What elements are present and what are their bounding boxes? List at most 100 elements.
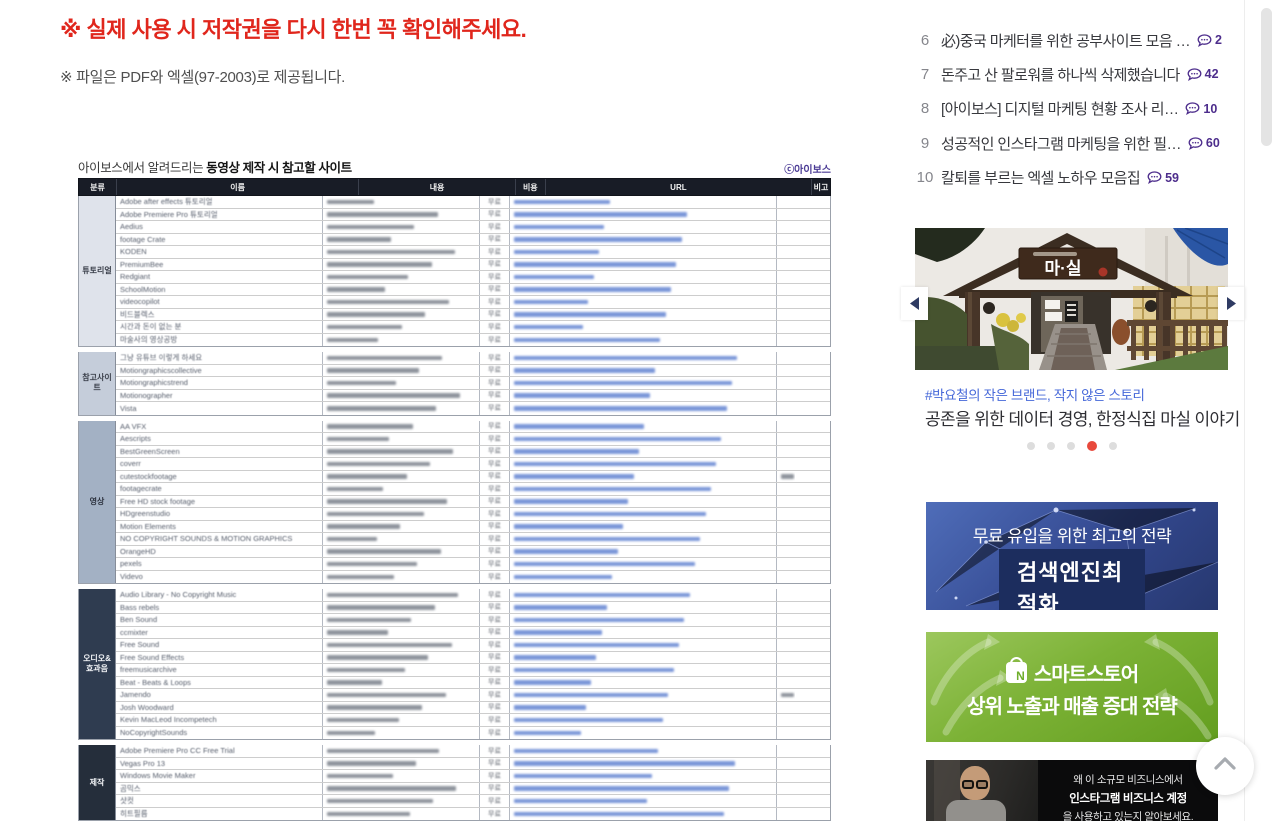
banner-instagram-line3: 을 사용하고 있는지 알아보세요.	[1062, 811, 1194, 821]
comment-icon	[1185, 102, 1200, 116]
table-row: Beat - Beats & Loops 무료	[116, 676, 830, 689]
table-row: Free Sound Effects 무료	[116, 651, 830, 664]
chevron-up-icon	[1214, 757, 1236, 770]
ad-banner-instagram[interactable]: 왜 이 소규모 비즈니스에서 인스타그램 비즈니스 계정 을 사용하고 있는지 …	[926, 760, 1218, 821]
table-row: BestGreenScreen 무료	[116, 445, 830, 458]
table-row: Free HD stock footage 무료	[116, 495, 830, 508]
rank-number: 10	[916, 169, 934, 187]
post-title: 성공적인 인스타그램 마케팅을 위한 필…	[941, 135, 1181, 153]
table-row: Bass rebels 무료	[116, 601, 830, 614]
table-row: 샷컷 무료	[116, 795, 830, 808]
table-row: 곰믹스 무료	[116, 782, 830, 795]
table-row: Videvo 무료	[116, 570, 830, 583]
carousel-dot[interactable]	[1066, 442, 1075, 450]
naver-shopping-bag-icon: N	[1005, 657, 1027, 683]
table-category-cell: 튜토리얼	[79, 196, 116, 346]
table-row: Motion Elements 무료	[116, 520, 830, 533]
table-row: KODEN 무료	[116, 246, 830, 259]
carousel-prev-button[interactable]	[901, 287, 928, 320]
carousel-dot[interactable]	[1108, 442, 1117, 450]
table-row: Ben Sound 무료	[116, 614, 830, 627]
ad-banner-smartstore[interactable]: N 스마트스토어 상위 노출과 매출 증대 전략	[926, 632, 1218, 742]
carousel-series-tag[interactable]: #박요철의 작은 브랜드, 작지 않은 스토리	[925, 384, 1145, 404]
table-row: Adobe Premiere Pro CC Free Trial 무료	[116, 745, 830, 758]
table-section: 영상 AA VFX 무료 Aescripts 무료 BestGreenScreen 무료 co…	[78, 420, 831, 584]
table-row: Adobe after effects 튜토리얼 무료	[116, 196, 830, 209]
table-row: Free Sound 무료	[116, 639, 830, 652]
table-row: pexels 무료	[116, 558, 830, 571]
post-title: 必)중국 마케터를 위한 공부사이트 모음 …	[941, 32, 1191, 50]
table-row: Motionographer 무료	[116, 389, 830, 402]
table-row: Aescripts 무료	[116, 433, 830, 446]
popular-post-item[interactable]: 6 必)중국 마케터를 위한 공부사이트 모음 … 2	[914, 28, 1222, 52]
browser-scrollbar-thumb[interactable]	[1261, 8, 1272, 146]
table-row: footage Crate 무료	[116, 233, 830, 246]
table-row: 히트필름 무료	[116, 807, 830, 820]
comment-icon	[1188, 137, 1203, 150]
table-row: cutestockfootage 무료	[116, 470, 830, 483]
popular-post-item[interactable]: 10 칼퇴를 부르는 엑셀 노하우 모음집 59	[914, 166, 1179, 190]
table-row: ccmixter 무료	[116, 626, 830, 639]
carousel-next-button[interactable]	[1218, 287, 1245, 320]
table-row: PremiumBee 무료	[116, 258, 830, 271]
table-category-cell: 참고사이트	[79, 352, 116, 415]
arrow-decoration	[930, 634, 1214, 740]
banner-seo-subtitle: 무료 유입을 위한 최고의 전략	[972, 527, 1172, 546]
comment-count: 42	[1204, 67, 1219, 82]
table-row: coverr 무료	[116, 458, 830, 471]
table-row: Audio Library - No Copyright Music 무료	[116, 589, 830, 602]
banner-instagram-line1: 왜 이 소규모 비즈니스에서	[1073, 774, 1183, 786]
table-image-title: 아이보스에서 알려드리는 동영상 제작 시 참고할 사이트	[78, 161, 352, 175]
rank-number: 7	[920, 65, 930, 83]
comment-icon	[1197, 33, 1212, 47]
post-title: [아이보스] 디지털 마케팅 현황 조사 리…	[941, 101, 1179, 119]
table-header-cell: 내용	[358, 179, 515, 195]
table-row: footagecrate 무료	[116, 483, 830, 496]
table-row: Motiongraphicstrend 무료	[116, 377, 830, 390]
table-row: OrangeHD 무료	[116, 545, 830, 558]
carousel-pagination-dots	[915, 441, 1228, 451]
rank-number: 9	[920, 134, 930, 152]
carousel-dot[interactable]	[1046, 442, 1055, 450]
table-row: Vegas Pro 13 무료	[116, 757, 830, 770]
banner-smartstore-title: 스마트스토어	[1033, 664, 1139, 686]
file-format-note: ※ 파일은 PDF와 엑셀(97-2003)로 제공됩니다.	[60, 69, 346, 86]
triangle-left-icon	[910, 297, 919, 310]
table-row: Aedius 무료	[116, 221, 830, 234]
carousel-image-masil-restaurant[interactable]: 마·실	[915, 228, 1228, 370]
svg-text:마·실: 마·실	[1045, 259, 1082, 278]
table-category-cell: 제작	[79, 745, 116, 820]
table-row: 그냥 유튜브 이렇게 하세요 무료	[116, 352, 830, 365]
table-section: 튜토리얼 Adobe after effects 튜토리얼 무료 Adobe Prem…	[78, 196, 831, 347]
spokesman-photo	[926, 760, 1038, 821]
banner-smartstore-subtitle: 상위 노출과 매출 증대 전략	[967, 696, 1178, 718]
copyright-warning-heading: ※ 실제 사용 시 저작권을 다시 한번 꼭 확인해주세요.	[60, 17, 527, 42]
popular-post-item[interactable]: 8 [아이보스] 디지털 마케팅 현황 조사 리… 10	[914, 97, 1217, 121]
table-header-cell: 분류	[90, 182, 105, 192]
carousel-dot-active[interactable]	[1086, 441, 1097, 451]
ad-banner-seo[interactable]: 무료 유입을 위한 최고의 전략 검색엔진최적화	[926, 502, 1218, 610]
table-category-cell: 오디오& 효과음	[79, 589, 116, 739]
table-row: HDgreenstudio 무료	[116, 508, 830, 521]
popular-post-item[interactable]: 7 돈주고 산 팔로워를 하나씩 삭제했습니다 42	[914, 62, 1219, 86]
carousel-dot[interactable]	[1026, 442, 1035, 450]
table-row: 비드블렉스 무료	[116, 308, 830, 321]
table-header-cell: 비고	[811, 179, 830, 195]
rank-number: 8	[920, 100, 930, 118]
triangle-right-icon	[1227, 297, 1236, 310]
table-row: Windows Movie Maker 무료	[116, 770, 830, 783]
table-row: Kevin MacLeod Incompetech 무료	[116, 714, 830, 727]
table-row: videocopilot 무료	[116, 296, 830, 309]
comment-icon	[1187, 68, 1202, 81]
carousel-post-title[interactable]: 공존을 위한 데이터 경영, 한정식집 마실 이야기	[925, 405, 1240, 430]
table-row: Josh Woodward 무료	[116, 701, 830, 714]
scroll-to-top-button[interactable]	[1196, 737, 1254, 795]
popular-post-item[interactable]: 9 성공적인 인스타그램 마케팅을 위한 필… 60	[914, 131, 1220, 155]
post-title: 돈주고 산 팔로워를 하나씩 삭제했습니다	[941, 66, 1180, 84]
comment-count: 2	[1215, 33, 1222, 47]
iboss-watermark: ⓒ아이보스	[784, 165, 831, 176]
table-row: 시간과 돈이 없는 분 무료	[116, 321, 830, 334]
table-row: SchoolMotion 무료	[116, 283, 830, 296]
table-section: 참고사이트 그냥 유튜브 이렇게 하세요 무료 Motiongraphicscolle…	[78, 352, 831, 416]
table-row: freemusicarchive 무료	[116, 664, 830, 677]
